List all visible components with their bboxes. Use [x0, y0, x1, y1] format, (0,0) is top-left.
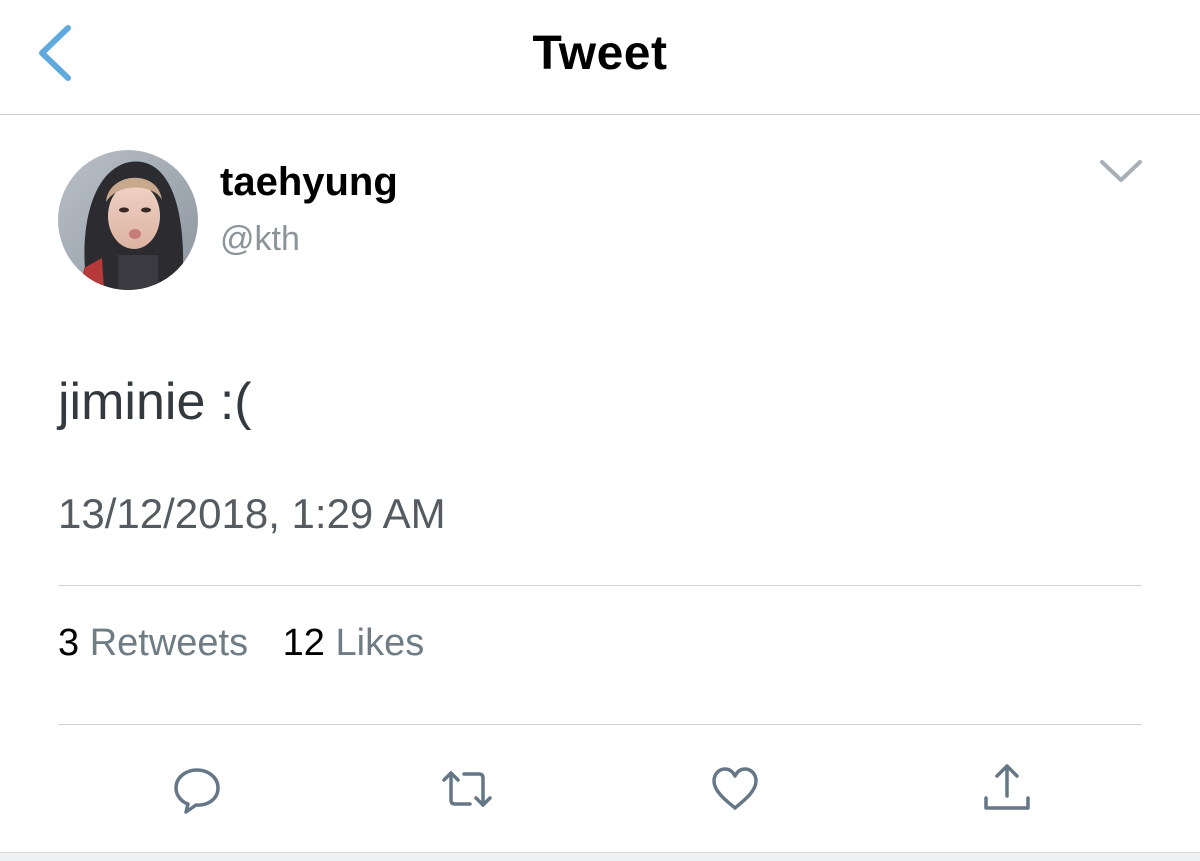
- retweets-label: Retweets: [89, 622, 249, 664]
- like-button[interactable]: [708, 762, 762, 816]
- chevron-down-icon: [1100, 160, 1142, 182]
- likes-count: 12: [282, 622, 325, 664]
- likes-label: Likes: [335, 622, 425, 664]
- user-handle: @kth: [220, 220, 300, 258]
- retweet-icon: [442, 771, 492, 807]
- divider: [58, 724, 1142, 725]
- retweets-stat[interactable]: 3 Retweets: [58, 622, 248, 665]
- reply-button[interactable]: [170, 762, 224, 816]
- page-title: Tweet: [532, 27, 668, 80]
- navigation-bar: Tweet: [0, 0, 1200, 115]
- tweet-stats: 3 Retweets 12 Likes: [58, 622, 448, 665]
- share-icon: [984, 764, 1030, 810]
- retweet-button[interactable]: [440, 762, 494, 816]
- reply-icon: [174, 768, 220, 814]
- tweet-text: jiminie :(: [58, 373, 252, 431]
- tweet-timestamp: 13/12/2018, 1:29 AM: [58, 490, 446, 537]
- heart-icon: [712, 767, 758, 810]
- avatar[interactable]: [58, 150, 198, 290]
- share-button[interactable]: [980, 762, 1034, 816]
- divider: [58, 585, 1142, 586]
- likes-stat[interactable]: 12 Likes: [283, 622, 425, 665]
- display-name[interactable]: taehyung: [220, 160, 398, 205]
- retweets-count: 3: [58, 622, 80, 664]
- more-options-button[interactable]: [1096, 152, 1146, 192]
